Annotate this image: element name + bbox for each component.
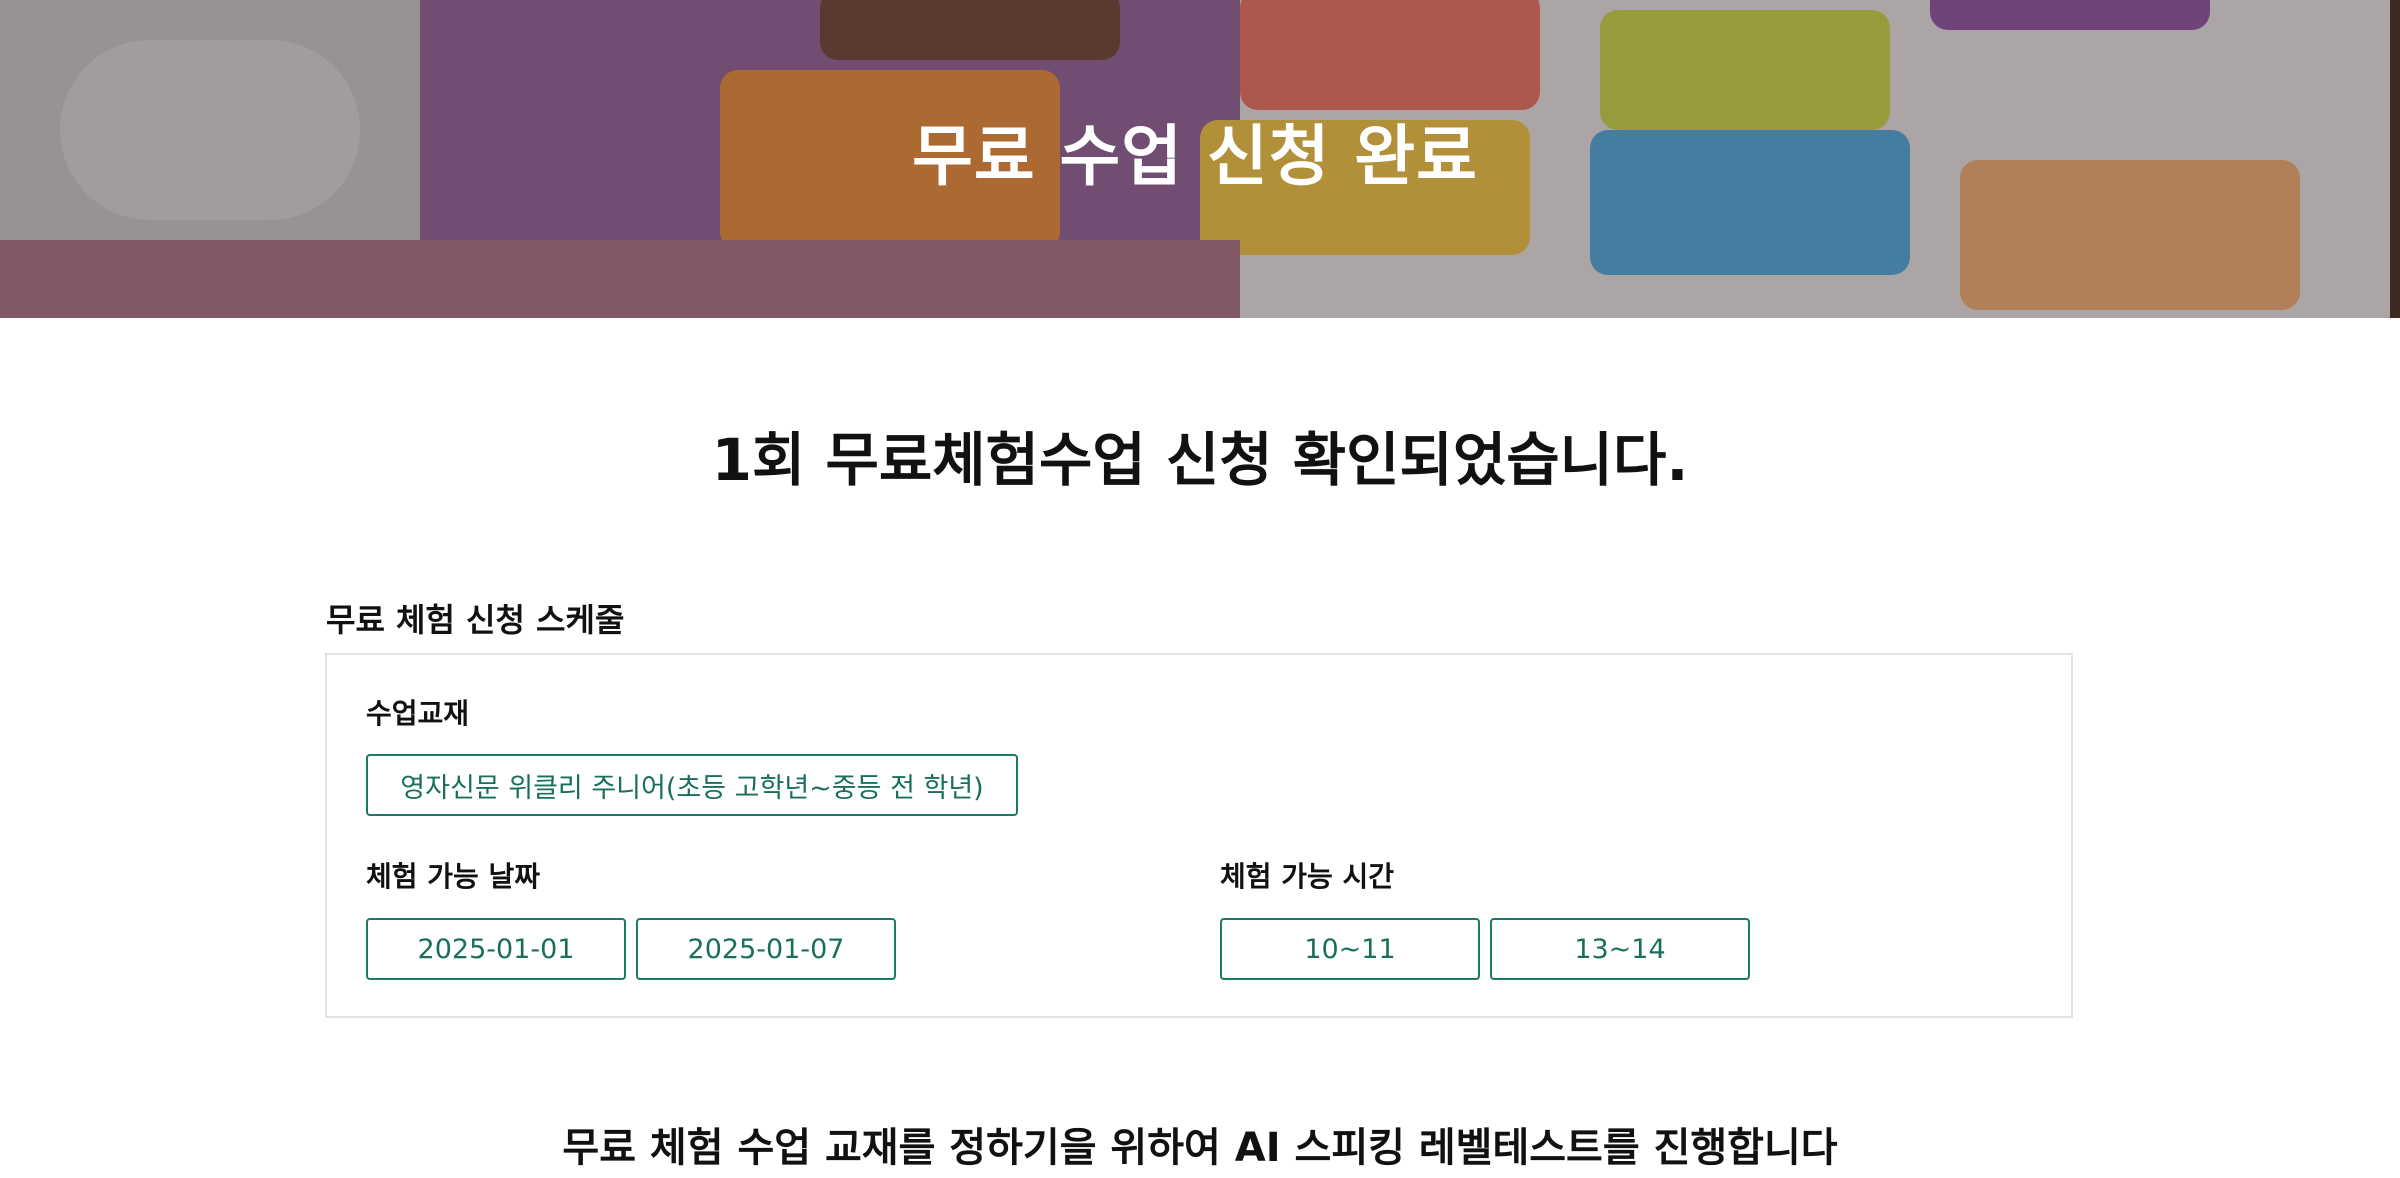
date-chip[interactable]: 2025-01-01 [366,918,626,980]
times-label: 체험 가능 시간 [1220,860,1395,893]
date-chip[interactable]: 2025-01-07 [636,918,896,980]
textbook-label: 수업교재 [366,697,470,730]
dates-label: 체험 가능 날짜 [366,860,541,893]
hero-edge [2390,0,2400,318]
time-chip[interactable]: 10~11 [1220,918,1480,980]
confirmation-title: 1회 무료체험수업 신청 확인되었습니다. [711,426,1689,494]
bottom-notice: 무료 체험 수업 교재를 정하기을 위하여 AI 스피킹 레벨테스트를 진행합니… [562,1125,1838,1171]
schedule-box: 수업교재 영자신문 위클리 주니어(초등 고학년~중등 전 학년) 체험 가능 … [325,653,2073,1018]
hero-title: 무료 수업 신청 완료 [912,118,1478,195]
hero-banner: 무료 수업 신청 완료 [0,0,2400,318]
textbook-chip[interactable]: 영자신문 위클리 주니어(초등 고학년~중등 전 학년) [366,754,1018,816]
schedule-section-label: 무료 체험 신청 스케줄 [326,601,625,639]
time-chip[interactable]: 13~14 [1490,918,1750,980]
